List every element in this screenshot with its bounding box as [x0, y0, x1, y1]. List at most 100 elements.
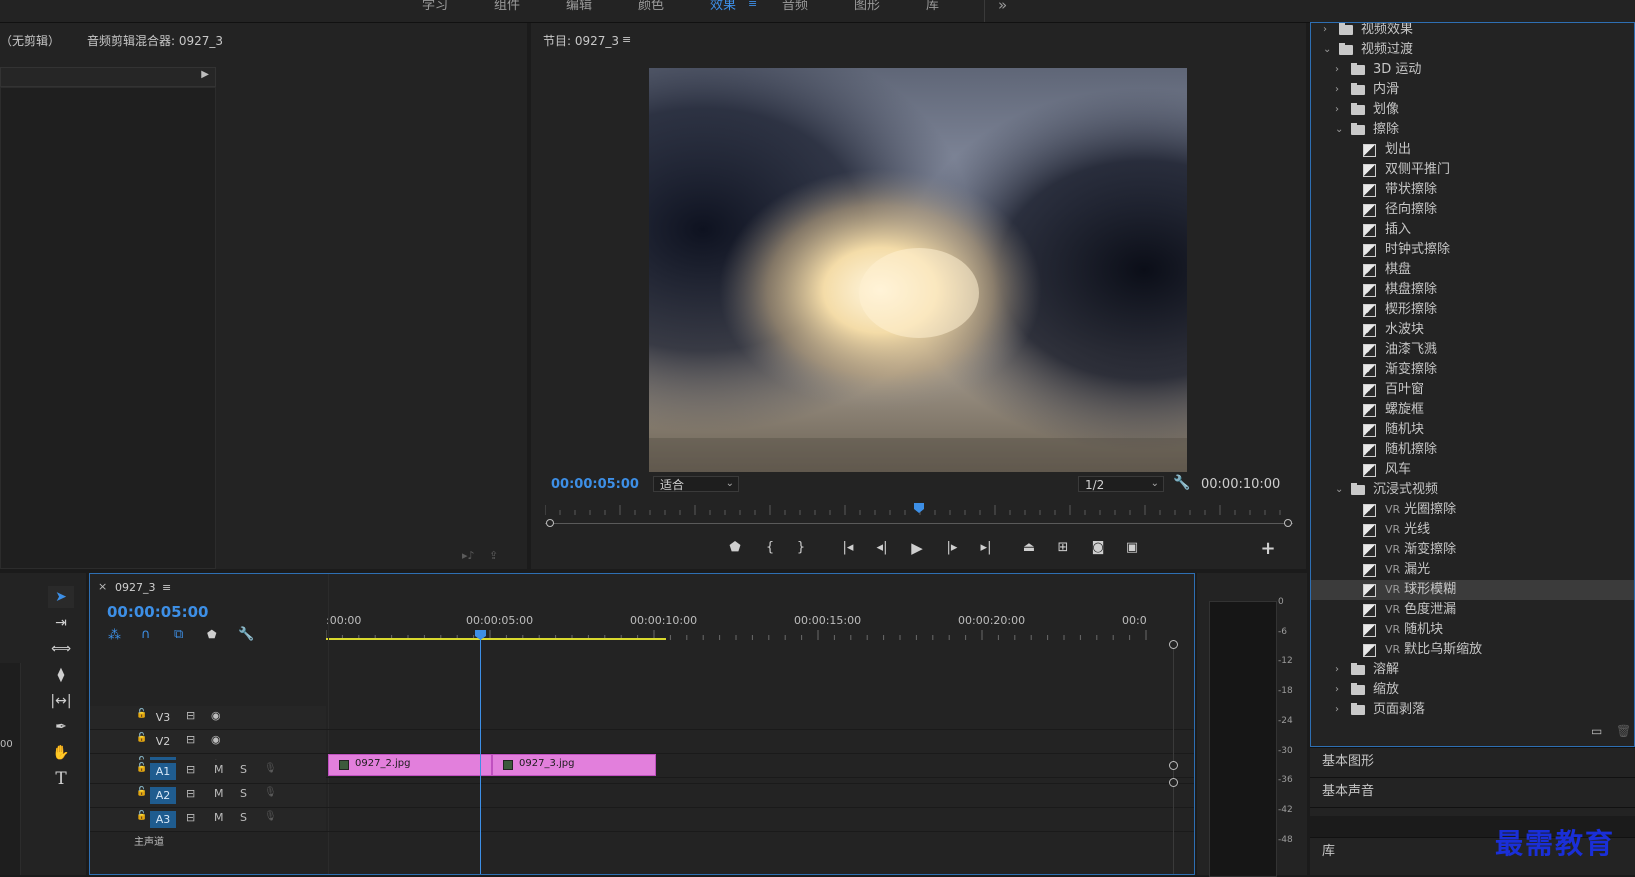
effects-item[interactable]: 百叶窗	[1311, 380, 1634, 400]
effects-item[interactable]: 时钟式擦除	[1311, 240, 1634, 260]
work-area-bar[interactable]	[326, 638, 666, 640]
mute-button[interactable]: M	[214, 763, 224, 776]
effects-item[interactable]: 棋盘擦除	[1311, 280, 1634, 300]
zoom-handle-left[interactable]	[546, 519, 554, 527]
chevron-down-icon[interactable]: ⌄	[1335, 480, 1343, 500]
chevron-right-icon[interactable]: ›	[1323, 23, 1327, 40]
timeline-vscroll[interactable]	[1173, 644, 1174, 874]
effects-item[interactable]: VR 光线	[1311, 520, 1634, 540]
workspace-tab-learn[interactable]: 学习	[422, 0, 448, 13]
effects-item[interactable]: 双侧平推门	[1311, 160, 1634, 180]
sync-lock-icon[interactable]: ⊟	[186, 763, 195, 776]
essential-sound-panel[interactable]: 基本声音	[1310, 777, 1635, 807]
video-track[interactable]: 🔓 V3 ⊟ ◉	[90, 706, 1194, 730]
audio-output-icon[interactable]: ▸♪	[462, 549, 475, 562]
resolution-dropdown[interactable]: 1/2 ⌄	[1078, 476, 1164, 492]
audio-track[interactable]: 🔓 A2 ⊟ M S 🎙	[90, 784, 1194, 808]
lock-icon[interactable]: 🔓	[136, 811, 147, 821]
effects-folder[interactable]: › 溶解	[1311, 660, 1634, 680]
expand-right-icon[interactable]: ▶	[201, 69, 209, 80]
new-bin-icon[interactable]: ▭	[1591, 724, 1602, 738]
timeline-settings-wrench-icon[interactable]: 🔧	[238, 627, 254, 642]
effects-item[interactable]: VR 球形模糊	[1311, 580, 1634, 600]
button-editor-add-icon[interactable]: +	[1257, 538, 1279, 560]
add-marker-icon[interactable]: ⬟	[724, 537, 746, 559]
timeline-clip[interactable]: 0927_2.jpg	[328, 754, 492, 776]
effects-folder[interactable]: › 划像	[1311, 100, 1634, 120]
video-track[interactable]: 🔓 V2 ⊟ ◉	[90, 730, 1194, 754]
mark-out-icon[interactable]: }	[790, 537, 812, 559]
sync-lock-icon[interactable]: ⊟	[186, 787, 195, 800]
chevron-right-icon[interactable]: ›	[1335, 80, 1339, 100]
workspace-tab-assembly[interactable]: 组件	[494, 0, 520, 13]
lock-icon[interactable]: 🔓	[136, 763, 147, 773]
workspace-tab-color[interactable]: 颜色	[638, 0, 664, 13]
sync-lock-icon[interactable]: ⊟	[186, 811, 195, 824]
effects-item[interactable]: VR 随机块	[1311, 620, 1634, 640]
audio-track[interactable]: 🔓 A3 ⊟ M S 🎙	[90, 808, 1194, 832]
eye-icon[interactable]: ◉	[211, 733, 221, 746]
export-frame-camera-icon[interactable]: ◙	[1087, 537, 1109, 559]
workspace-overflow-icon[interactable]: »	[998, 0, 1007, 14]
program-video-frame[interactable]	[649, 68, 1187, 472]
sequence-menu-icon[interactable]: ≡	[162, 581, 171, 594]
vscroll-handle-mid[interactable]	[1169, 761, 1178, 770]
track-target-label[interactable]: A3	[150, 811, 176, 828]
chevron-right-icon[interactable]: ›	[1335, 700, 1339, 720]
effects-item[interactable]: 带状擦除	[1311, 180, 1634, 200]
timeline-ruler[interactable]: :00:00 00:00:05:00 00:00:10:00 00:00:15:00 0…	[326, 614, 1156, 640]
export-icon[interactable]: ⇪	[489, 549, 498, 562]
extract-icon[interactable]: ⊞	[1052, 537, 1074, 559]
pen-tool-icon[interactable]: ✒	[48, 716, 74, 738]
program-current-timecode[interactable]: 00:00:05:00	[551, 477, 639, 492]
effects-item[interactable]: VR 光圈擦除	[1311, 500, 1634, 520]
mark-in-icon[interactable]: {	[759, 537, 781, 559]
timeline-playhead-line[interactable]	[480, 630, 481, 874]
fit-dropdown[interactable]: 适合 ⌄	[653, 476, 739, 492]
zoom-handle-right[interactable]	[1284, 519, 1292, 527]
ripple-edit-tool-icon[interactable]: ⟺	[48, 638, 74, 660]
chevron-right-icon[interactable]: ›	[1335, 680, 1339, 700]
chevron-down-icon[interactable]: ⌄	[1335, 120, 1343, 140]
effects-item[interactable]: 楔形擦除	[1311, 300, 1634, 320]
effects-folder[interactable]: › 3D 运动	[1311, 60, 1634, 80]
go-to-out-icon[interactable]: ▸|	[975, 537, 997, 559]
selection-tool-icon[interactable]: ➤	[48, 586, 74, 608]
effects-folder[interactable]: › 页面剥落	[1311, 700, 1634, 720]
mute-button[interactable]: M	[214, 787, 224, 800]
program-title[interactable]: 节目: 0927_3	[543, 32, 619, 49]
chevron-right-icon[interactable]: ›	[1335, 100, 1339, 120]
effects-folder[interactable]: ⌄ 擦除	[1311, 120, 1634, 140]
go-to-in-icon[interactable]: |◂	[837, 537, 859, 559]
track-target-label[interactable]: V3	[150, 709, 176, 726]
workspace-tab-libraries[interactable]: 库	[926, 0, 939, 13]
step-forward-icon[interactable]: |▸	[941, 537, 963, 559]
effects-item[interactable]: VR 漏光	[1311, 560, 1634, 580]
snap-magnet-icon[interactable]: ∩	[141, 627, 151, 642]
solo-button[interactable]: S	[240, 787, 247, 800]
linked-selection-icon[interactable]: ⧉	[174, 627, 183, 642]
workspace-tab-graphics[interactable]: 图形	[854, 0, 880, 13]
mute-button[interactable]: M	[214, 811, 224, 824]
close-sequence-icon[interactable]: ×	[98, 580, 107, 593]
sequence-tab[interactable]: 0927_3	[115, 581, 156, 594]
program-menu-icon[interactable]: ≡	[622, 33, 631, 46]
track-target-label[interactable]: V2	[150, 733, 176, 750]
microphone-icon[interactable]: 🎙	[264, 787, 277, 798]
step-back-icon[interactable]: ◂|	[871, 537, 893, 559]
nest-toggle-icon[interactable]: ⁂	[108, 628, 121, 643]
comparison-view-icon[interactable]: ▣	[1121, 537, 1143, 559]
timeline-timecode[interactable]: 00:00:05:00	[107, 603, 209, 621]
chevron-right-icon[interactable]: ›	[1335, 660, 1339, 680]
effects-item[interactable]: 水波块	[1311, 320, 1634, 340]
timeline-clip[interactable]: 0927_3.jpg	[492, 754, 656, 776]
effects-folder[interactable]: › 视频效果	[1311, 23, 1634, 40]
effects-folder[interactable]: › 缩放	[1311, 680, 1634, 700]
effects-item[interactable]: 随机块	[1311, 420, 1634, 440]
chevron-right-icon[interactable]: ›	[1335, 60, 1339, 80]
effects-item[interactable]: 棋盘	[1311, 260, 1634, 280]
workspace-tab-editing[interactable]: 编辑	[566, 0, 592, 13]
effects-item[interactable]: 螺旋框	[1311, 400, 1634, 420]
chevron-down-icon[interactable]: ⌄	[1323, 40, 1331, 60]
effects-item[interactable]: VR 默比乌斯缩放	[1311, 640, 1634, 660]
